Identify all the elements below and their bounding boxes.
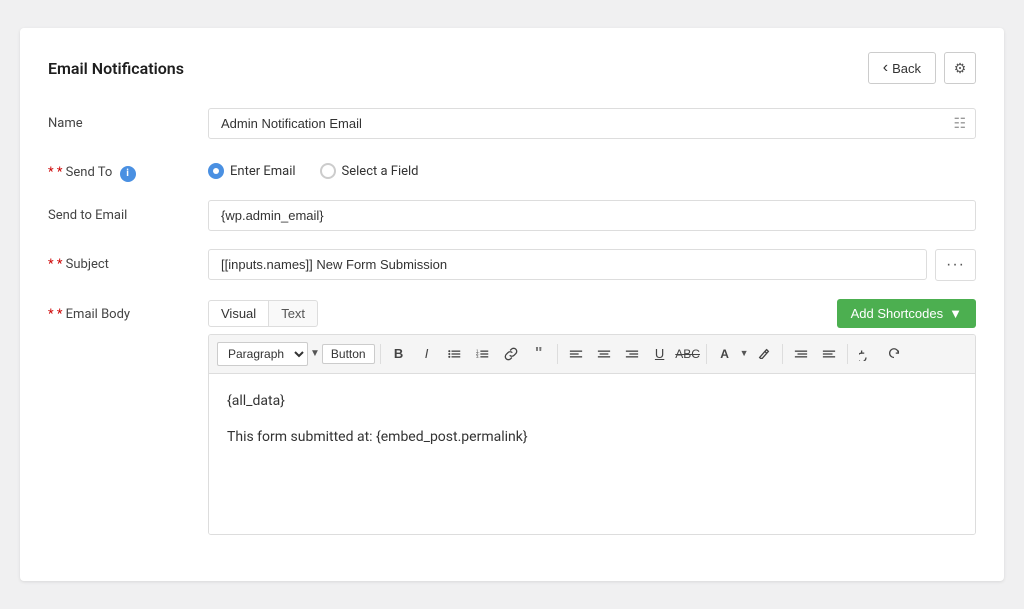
- send-to-radio-group: Enter Email Select a Field: [208, 157, 419, 179]
- send-to-email-input[interactable]: [208, 200, 976, 231]
- strikethrough-button[interactable]: ABC: [675, 341, 701, 367]
- align-center-button[interactable]: [591, 341, 617, 367]
- svg-text:3.: 3.: [476, 354, 480, 359]
- info-icon[interactable]: i: [120, 166, 136, 182]
- italic-button[interactable]: I: [414, 341, 440, 367]
- name-field-icon: ☷: [953, 116, 966, 132]
- radio-enter-email-indicator: [208, 163, 224, 179]
- gear-icon: ⚙: [954, 60, 967, 77]
- indent-button[interactable]: [788, 341, 814, 367]
- add-shortcodes-label: Add Shortcodes: [851, 306, 944, 321]
- separator-3: [706, 344, 707, 364]
- ol-button[interactable]: 1.2.3.: [470, 341, 496, 367]
- subject-label: * Subject: [48, 249, 208, 272]
- button-label-btn[interactable]: Button: [322, 344, 375, 364]
- subject-input[interactable]: [208, 249, 927, 280]
- editor-wrapper: Paragraph ▼ Button B I: [208, 334, 976, 535]
- editor-header: Visual Text Add Shortcodes ▼: [208, 299, 976, 328]
- chevron-down-icon: ▼: [949, 306, 962, 321]
- editor-toolbar: Paragraph ▼ Button B I: [209, 335, 975, 374]
- bold-button[interactable]: B: [386, 341, 412, 367]
- separator-1: [380, 344, 381, 364]
- editor-line-2: This form submitted at: {embed_post.perm…: [227, 426, 957, 448]
- redo-button[interactable]: [881, 341, 907, 367]
- text-color-down-icon: ▼: [740, 348, 749, 359]
- link-button[interactable]: [498, 341, 524, 367]
- name-field-wrap: ☷: [208, 108, 976, 139]
- radio-select-field-label: Select a Field: [342, 164, 419, 179]
- add-shortcodes-button[interactable]: Add Shortcodes ▼: [837, 299, 976, 328]
- subject-input-row: ···: [208, 249, 976, 281]
- back-button[interactable]: Back: [868, 52, 936, 84]
- ul-button[interactable]: [442, 341, 468, 367]
- page-title: Email Notifications: [48, 59, 184, 78]
- email-body-row: * Email Body Visual Text Add Shortcodes …: [48, 299, 976, 535]
- outdent-button[interactable]: [816, 341, 842, 367]
- editor-line-1: {all_data}: [227, 390, 957, 412]
- send-to-email-row: Send to Email: [48, 200, 976, 231]
- undo-button[interactable]: [853, 341, 879, 367]
- send-to-email-label: Send to Email: [48, 200, 208, 223]
- radio-enter-email-label: Enter Email: [230, 164, 296, 179]
- blockquote-button[interactable]: ": [526, 341, 552, 367]
- name-label: Name: [48, 108, 208, 131]
- text-color-button[interactable]: A: [712, 341, 738, 367]
- email-body-label: * Email Body: [48, 299, 208, 322]
- name-row: Name ☷: [48, 108, 976, 139]
- email-notifications-panel: Email Notifications Back ⚙ Name ☷ * Send…: [20, 28, 1004, 581]
- underline-button[interactable]: U: [647, 341, 673, 367]
- radio-enter-email[interactable]: Enter Email: [208, 163, 296, 179]
- back-label: Back: [892, 61, 921, 76]
- separator-5: [847, 344, 848, 364]
- toolbar-chevron-icon: ▼: [310, 348, 320, 359]
- bold-icon: B: [394, 346, 403, 361]
- send-to-email-wrap: [208, 200, 976, 231]
- tab-visual[interactable]: Visual: [208, 300, 269, 327]
- header-actions: Back ⚙: [868, 52, 976, 84]
- panel-header: Email Notifications Back ⚙: [48, 52, 976, 84]
- send-to-label: * Send To i: [48, 157, 208, 182]
- subject-row: * Subject ···: [48, 249, 976, 281]
- subject-wrap: ···: [208, 249, 976, 281]
- paragraph-select[interactable]: Paragraph: [217, 342, 308, 366]
- eraser-button[interactable]: [751, 341, 777, 367]
- editor-tabs: Visual Text: [208, 300, 318, 327]
- separator-4: [782, 344, 783, 364]
- tab-text[interactable]: Text: [269, 300, 318, 327]
- email-body-content: Visual Text Add Shortcodes ▼ Paragraph ▼…: [208, 299, 976, 535]
- radio-select-field[interactable]: Select a Field: [320, 163, 419, 179]
- gear-button[interactable]: ⚙: [944, 52, 976, 84]
- name-input[interactable]: [208, 108, 976, 139]
- italic-icon: I: [425, 346, 429, 361]
- dots-icon: ···: [946, 256, 965, 273]
- send-to-row: * Send To i Enter Email Select a Field: [48, 157, 976, 182]
- separator-2: [557, 344, 558, 364]
- align-left-button[interactable]: [563, 341, 589, 367]
- align-right-button[interactable]: [619, 341, 645, 367]
- chevron-left-icon: [883, 59, 888, 77]
- subject-more-button[interactable]: ···: [935, 249, 976, 281]
- radio-select-field-indicator: [320, 163, 336, 179]
- editor-content[interactable]: {all_data} This form submitted at: {embe…: [209, 374, 975, 534]
